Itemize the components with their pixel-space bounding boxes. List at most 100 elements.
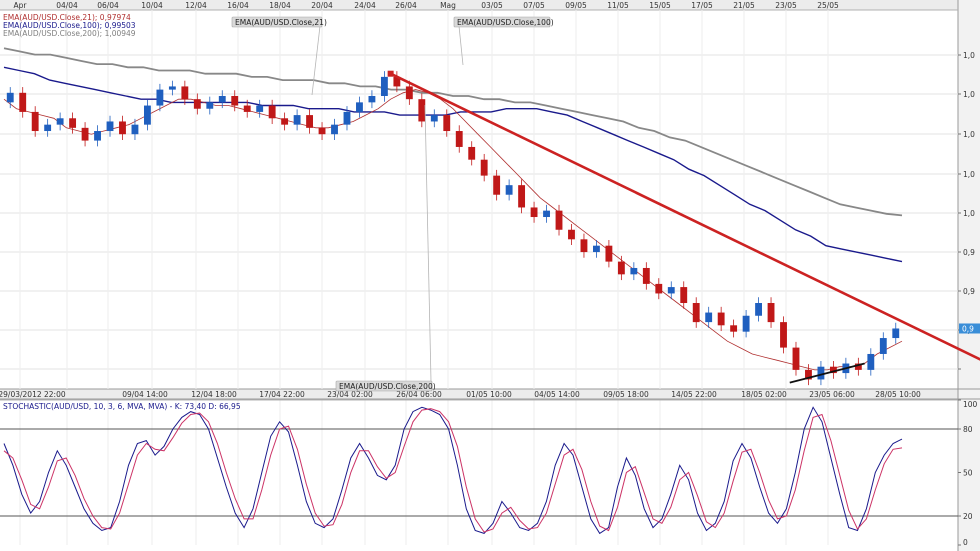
top-date-label: 07/05: [523, 1, 545, 10]
candle-body: [356, 102, 363, 112]
candle-body: [94, 131, 101, 141]
candle-body: [617, 261, 625, 275]
price-tick-label: 1,0: [963, 209, 975, 218]
candle-body: [181, 86, 189, 100]
price-tick-label: 1,0: [963, 170, 975, 179]
bottom-date-label: 28/05 10:00: [875, 390, 921, 399]
candle-body: [505, 185, 513, 195]
candle-body: [767, 303, 775, 323]
bottom-date-label: 23/05 06:00: [809, 390, 855, 399]
candle-body: [331, 124, 338, 135]
top-date-label: 03/05: [481, 1, 503, 10]
candle-body: [44, 124, 52, 132]
top-date-label: 11/05: [607, 1, 629, 10]
candle-body: [106, 121, 114, 132]
stoch-k-line: [3, 406, 903, 535]
top-date-label: 17/05: [691, 1, 713, 10]
top-date-label: 21/05: [733, 1, 755, 10]
top-date-label: 18/04: [269, 1, 291, 10]
candle-body: [231, 95, 239, 106]
callout-leader: [311, 25, 321, 96]
candle-body: [119, 121, 126, 135]
candle-body: [543, 210, 550, 218]
stoch-tick-label: 50: [963, 469, 973, 478]
top-date-label: Apr: [14, 1, 28, 10]
candle-body: [655, 283, 663, 294]
ema200-line: [3, 47, 903, 217]
candle-body: [144, 105, 151, 125]
candle-body: [730, 325, 738, 332]
bottom-date-label: 26/04 06:00: [396, 390, 442, 399]
candle-body: [518, 185, 526, 208]
candle-body: [380, 76, 388, 96]
candle-body: [817, 366, 825, 380]
bottom-date-label: 17/04 22:00: [259, 390, 305, 399]
candle-body: [430, 115, 438, 122]
top-date-label: 09/05: [565, 1, 587, 10]
price-tick-label: 1,0: [963, 51, 975, 60]
candle-body: [168, 86, 176, 90]
candle-body: [455, 131, 463, 147]
candle-body: [418, 99, 426, 122]
candle-body: [667, 287, 675, 294]
candle-body: [19, 92, 27, 112]
bottom-date-label: 18/05 02:00: [741, 390, 787, 399]
candle-body: [218, 95, 226, 103]
top-date-label: Mag: [440, 1, 456, 10]
bottom-date-label: 09/04 14:00: [122, 390, 168, 399]
bottom-date-label: 29/03/2012 22:00: [0, 390, 66, 399]
ema21-line: [3, 89, 903, 371]
bottom-date-label: 04/05 14:00: [534, 390, 580, 399]
top-date-label: 24/04: [354, 1, 376, 10]
candle-body: [705, 312, 713, 323]
callout-leader: [424, 104, 432, 382]
bottom-date-label: 12/04 18:00: [191, 390, 237, 399]
candle-body: [530, 207, 538, 218]
candle-body: [879, 338, 887, 354]
top-date-label: 20/04: [311, 1, 333, 10]
resistance-trendline: [390, 72, 980, 361]
top-date-label: 25/05: [817, 1, 839, 10]
candle-body: [306, 115, 313, 128]
candle-body: [493, 175, 501, 195]
candle-body: [243, 105, 251, 112]
candle-body: [193, 99, 201, 109]
candle-body: [692, 303, 700, 323]
bottom-date-label: 01/05 10:00: [466, 390, 512, 399]
chart-root: 1,0 1,0 1,0 1,0 1,0 0,9 0,9 0,9 Apr 04/04 06/04 10/…: [0, 0, 980, 551]
top-date-label: 16/04: [227, 1, 249, 10]
candle-body: [256, 105, 264, 112]
candle-body: [443, 115, 451, 132]
stochastic-panel: [0, 406, 958, 535]
candle-body: [680, 287, 688, 304]
chart-svg: 1,0 1,0 1,0 1,0 1,0 0,9 0,9 0,9 Apr 04/04 06/04 10/…: [0, 0, 980, 551]
candle-body: [755, 303, 762, 316]
candle-body: [580, 239, 588, 253]
top-date-label: 04/04: [56, 1, 78, 10]
trendline-handle-start: [387, 70, 394, 77]
candle-body: [568, 229, 575, 240]
legend-entry: EMA(AUD/USD.Close,200); 1,00949: [3, 29, 136, 38]
candle-body: [131, 124, 139, 135]
stoch-d-line: [3, 408, 903, 533]
candle-body: [156, 89, 164, 106]
candle-body: [318, 127, 326, 135]
candle-body: [69, 118, 77, 128]
top-date-label: 12/04: [185, 1, 207, 10]
candle-body: [593, 245, 600, 253]
candle-body: [368, 95, 376, 103]
candle-body: [717, 312, 725, 326]
stoch-tick-label: 100: [963, 400, 978, 409]
candle-body: [468, 146, 476, 160]
stoch-tick-label: 80: [963, 425, 973, 434]
candle-body: [480, 159, 488, 176]
candle-body: [56, 118, 64, 125]
last-price-value: 0,9: [962, 324, 974, 333]
candle-body: [343, 111, 351, 125]
candle-body: [281, 118, 289, 125]
bottom-date-label: 09/05 18:00: [603, 390, 649, 399]
candle-body: [405, 86, 413, 100]
top-date-label: 10/04: [141, 1, 163, 10]
top-date-label: 15/05: [649, 1, 671, 10]
stoch-tick-label: 0: [963, 538, 968, 547]
